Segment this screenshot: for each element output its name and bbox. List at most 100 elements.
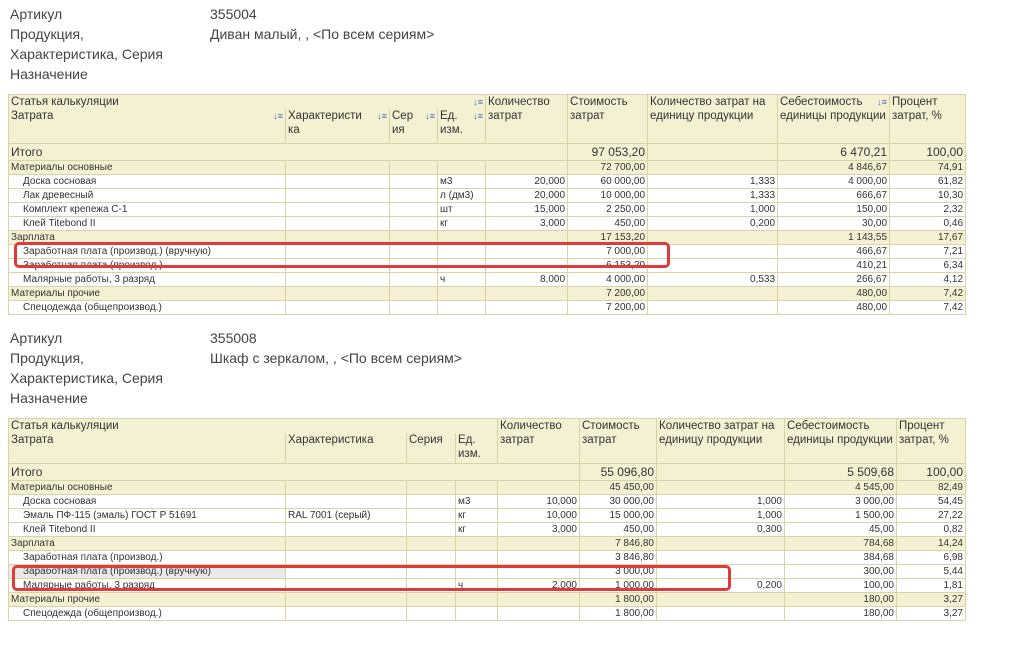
qty-cell[interactable] [485,243,569,259]
characteristic-cell[interactable] [285,577,407,593]
table-row[interactable]: Клей Titebond II кг 3,000 450,00 0,200 30,00 0… [8,215,967,231]
unit-cell[interactable]: л (дм3) [436,187,487,203]
amount-cell[interactable]: 450,00 [579,521,657,537]
column-unit-cost[interactable]: ↓≡ Себестоимость единицы продукции [777,94,891,144]
column-unit[interactable]: ↓≡ Ед. изм. [436,109,487,144]
percent-cell[interactable]: 4,12 [889,271,967,287]
qty-cell[interactable]: 10,000 [497,507,580,523]
characteristic-cell[interactable] [285,299,390,315]
qty-per-unit-cell[interactable]: 0,200 [656,577,785,593]
series-cell[interactable] [406,563,456,579]
group-row[interactable]: Материалы прочие 1 800,00 180,00 3,27 [8,591,966,607]
amount-cell[interactable]: 60 000,00 [567,173,649,189]
series-cell[interactable] [406,535,456,551]
cost-cell[interactable]: Зарплата [8,535,286,551]
characteristic-cell[interactable] [285,243,390,259]
qty-cell[interactable]: 20,000 [485,187,569,203]
unit-cell[interactable]: кг [455,507,498,523]
qty-per-unit-cell[interactable]: 0,300 [656,521,785,537]
column-qty-per-unit[interactable]: Количество затрат на единицу продукции [656,418,785,464]
unit-cost-cell[interactable]: 666,67 [777,187,891,203]
percent-cell[interactable]: 0,82 [896,521,966,537]
unit-cell[interactable] [436,159,487,175]
group-row[interactable]: Материалы прочие 7 200,00 480,00 7,42 [8,285,967,301]
qty-per-unit-cell[interactable]: 0,533 [647,271,779,287]
unit-cost-cell[interactable]: 4 000,00 [777,173,891,189]
characteristic-cell[interactable] [285,187,390,203]
qty-cell[interactable] [497,479,580,495]
amount-cell[interactable]: 7 200,00 [567,285,649,301]
unit-cell[interactable]: м3 [455,493,498,509]
percent-cell[interactable]: 3,27 [896,591,966,607]
series-cell[interactable] [406,479,456,495]
cost-cell[interactable]: Спецодежда (общепроизвод.) [8,605,286,621]
cost-cell[interactable]: Малярные работы, 3 разряд [8,577,286,593]
column-series[interactable]: ↓≡ Сер ия [389,109,438,144]
characteristic-cell[interactable] [285,479,407,495]
cost-cell[interactable]: Клей Titebond II [8,521,286,537]
unit-cell[interactable] [455,563,498,579]
qty-cell[interactable] [497,549,580,565]
cost-cell[interactable]: Заработная плата (производ.) [8,549,286,565]
percent-cell[interactable]: 27,22 [896,507,966,523]
group-row[interactable]: Материалы основные 72 700,00 4 846,67 74,91 [8,159,967,175]
cost-cell[interactable]: Материалы основные [8,479,286,495]
qty-cell[interactable]: 15,000 [485,201,569,217]
series-cell[interactable] [389,299,438,315]
percent-cell[interactable]: 7,21 [889,243,967,259]
unit-cost-cell[interactable]: 4 846,67 [777,159,891,175]
cost-cell[interactable]: Малярные работы, 3 разряд [8,271,286,287]
cost-cell[interactable]: Заработная плата (производ.) (вручную) [8,243,286,259]
series-cell[interactable] [389,257,438,273]
column-qty-per-unit[interactable]: Количество затрат на единицу продукции [647,94,779,144]
characteristic-cell[interactable] [285,493,407,509]
group-row[interactable]: Зарплата 17 153,20 1 143,55 17,67 [8,229,967,245]
qty-per-unit-cell[interactable]: 1,333 [647,187,779,203]
amount-cell[interactable]: 45 450,00 [579,479,657,495]
qty-per-unit-cell[interactable]: 1,000 [647,201,779,217]
unit-cell[interactable] [436,285,487,301]
unit-cell[interactable]: шт [436,201,487,217]
percent-cell[interactable]: 74,91 [889,159,967,175]
series-cell[interactable] [389,187,438,203]
unit-cost-cell[interactable]: 1 143,55 [777,229,891,245]
percent-cell[interactable]: 2,32 [889,201,967,217]
unit-cost-cell[interactable]: 180,00 [784,605,897,621]
qty-cell[interactable] [485,159,569,175]
table-row[interactable]: Малярные работы, 3 разряд ч 2,000 1 000,00 0… [8,577,966,593]
qty-per-unit-cell[interactable] [656,605,785,621]
percent-cell[interactable]: 54,45 [896,493,966,509]
unit-cell[interactable] [436,257,487,273]
table-row[interactable]: Доска сосновая м3 10,000 30 000,00 1,000 3 00… [8,493,966,509]
amount-cell[interactable]: 72 700,00 [567,159,649,175]
unit-cost-cell[interactable]: 384,68 [784,549,897,565]
unit-cell[interactable] [436,243,487,259]
qty-cell[interactable]: 20,000 [485,173,569,189]
percent-cell[interactable]: 6,34 [889,257,967,273]
qty-per-unit-cell[interactable] [647,257,779,273]
series-cell[interactable] [406,507,456,523]
column-calc-item[interactable]: Статья калькуляции ↓≡ [7,94,487,109]
percent-cell[interactable]: 61,82 [889,173,967,189]
percent-cell[interactable]: 1,81 [896,577,966,593]
unit-cost-cell[interactable]: 30,00 [777,215,891,231]
unit-cell[interactable] [455,605,498,621]
series-cell[interactable] [389,271,438,287]
amount-cell[interactable]: 1 000,00 [579,577,657,593]
qty-per-unit-cell[interactable] [656,549,785,565]
unit-cell[interactable] [455,535,498,551]
cost-cell[interactable]: Материалы основные [8,159,286,175]
table-row[interactable]: Заработная плата (производ.) (вручную) 7 … [8,243,967,259]
unit-cost-cell[interactable]: 480,00 [777,285,891,301]
series-cell[interactable] [406,493,456,509]
characteristic-cell[interactable] [285,549,407,565]
group-row[interactable]: Материалы основные 45 450,00 4 545,00 82,49 [8,479,966,495]
qty-cell[interactable] [497,535,580,551]
column-characteristic[interactable]: ↓≡ Характеристи ка [285,109,390,144]
series-cell[interactable] [389,173,438,189]
amount-cell[interactable]: 2 250,00 [567,201,649,217]
sort-icon[interactable]: ↓≡ [377,109,387,123]
column-unit-cost[interactable]: Себестоимость единицы продукции [784,418,897,464]
group-row[interactable]: Зарплата 7 846,80 784,68 14,24 [8,535,966,551]
amount-cell[interactable]: 17 153,20 [567,229,649,245]
